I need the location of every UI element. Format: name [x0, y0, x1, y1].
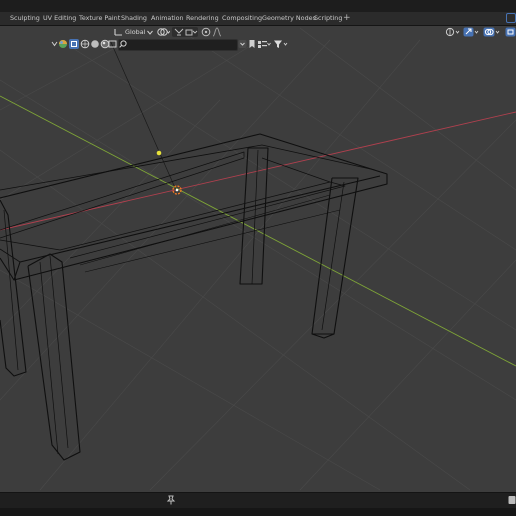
object-origin-point	[175, 188, 179, 192]
transform-orientation-dropdown[interactable]: Global	[114, 27, 154, 37]
search-input[interactable]	[118, 39, 238, 51]
grid-line	[0, 79, 516, 401]
tab-animation[interactable]: Animation	[151, 12, 184, 25]
grid-line	[0, 269, 381, 491]
grid-line	[0, 39, 131, 111]
xray-icon[interactable]	[505, 27, 516, 37]
shading-solid-icon[interactable]	[90, 39, 100, 49]
apron-line	[84, 209, 341, 273]
timeline-header-bar	[0, 492, 516, 508]
grid-line	[0, 149, 471, 491]
pivot-icon[interactable]	[156, 27, 170, 37]
chevron-down-icon	[147, 30, 154, 35]
grid-line	[0, 39, 261, 201]
snap-icon[interactable]	[174, 27, 184, 37]
chevron-down-icon[interactable]	[238, 39, 247, 49]
overlay-icon[interactable]	[483, 27, 503, 37]
falloff-icon[interactable]	[212, 27, 224, 37]
grid-line	[149, 119, 516, 491]
workspace-tabs-bar: Sculpting UV Editing Texture Paint Shadi…	[0, 12, 516, 26]
apron-line	[0, 151, 245, 239]
tab-shading[interactable]: Shading	[121, 12, 147, 25]
tab-scripting[interactable]: Scripting	[314, 12, 342, 25]
view-gizmo-icon[interactable]	[445, 27, 461, 37]
apron-line	[261, 157, 331, 183]
apron-line	[79, 194, 331, 266]
tab-rendering[interactable]: Rendering	[186, 12, 219, 25]
shading-rendered-icon[interactable]	[108, 39, 117, 49]
panel-toggle-icon[interactable]	[508, 495, 516, 505]
light-object-point[interactable]	[156, 150, 162, 156]
scene-selector-icon[interactable]	[506, 13, 516, 23]
grid-line	[299, 259, 516, 491]
tabletop-side-edge	[0, 248, 21, 263]
grid-line	[0, 99, 221, 331]
proportional-edit-icon[interactable]	[201, 27, 211, 37]
display-mode-icon[interactable]	[257, 39, 271, 49]
top-menu-bar	[0, 0, 516, 12]
chevron-down-icon[interactable]	[51, 40, 58, 48]
light-direction-line	[109, 39, 177, 191]
apron-line	[0, 239, 61, 251]
leg-back-left	[0, 199, 27, 377]
leg-front-right-foot	[311, 333, 335, 339]
tabletop-outline	[0, 133, 388, 281]
bookmark-icon[interactable]	[248, 39, 256, 49]
orientation-value: Global	[125, 28, 146, 36]
xray-toggle-icon[interactable]	[69, 39, 79, 49]
filter-icon[interactable]	[273, 39, 289, 49]
orientation-icon	[114, 29, 122, 36]
y-axis-line	[0, 95, 516, 367]
grid-line	[59, 39, 516, 331]
viewport-canvas[interactable]	[0, 26, 516, 491]
object-mode-sphere-icon[interactable]	[58, 39, 68, 49]
shading-wire-icon[interactable]	[80, 39, 90, 49]
3d-viewport[interactable]	[0, 26, 516, 491]
grid-line	[299, 27, 516, 191]
tab-uv-editing[interactable]: UV Editing	[43, 12, 76, 25]
grid-line	[0, 39, 331, 401]
apron-line	[59, 181, 346, 259]
search-icon	[119, 40, 127, 48]
leg-front-left-edge	[49, 255, 69, 449]
snap-increment-icon[interactable]	[185, 27, 198, 37]
status-bar	[0, 508, 516, 516]
leg-back-left-edge	[3, 209, 19, 371]
pin-icon[interactable]	[166, 495, 176, 505]
tab-sculpting[interactable]: Sculpting	[10, 12, 40, 25]
tab-texture-paint[interactable]: Texture Paint	[79, 12, 120, 25]
tab-compositing[interactable]: Compositing	[222, 12, 262, 25]
tab-geometry-nodes[interactable]: Geometry Nodes	[262, 12, 316, 25]
gizmo-toggle-icon[interactable]	[463, 27, 481, 37]
leg-front-left	[27, 253, 81, 461]
add-workspace-button[interactable]: +	[343, 12, 351, 25]
leg-front-right-edge	[321, 181, 345, 331]
